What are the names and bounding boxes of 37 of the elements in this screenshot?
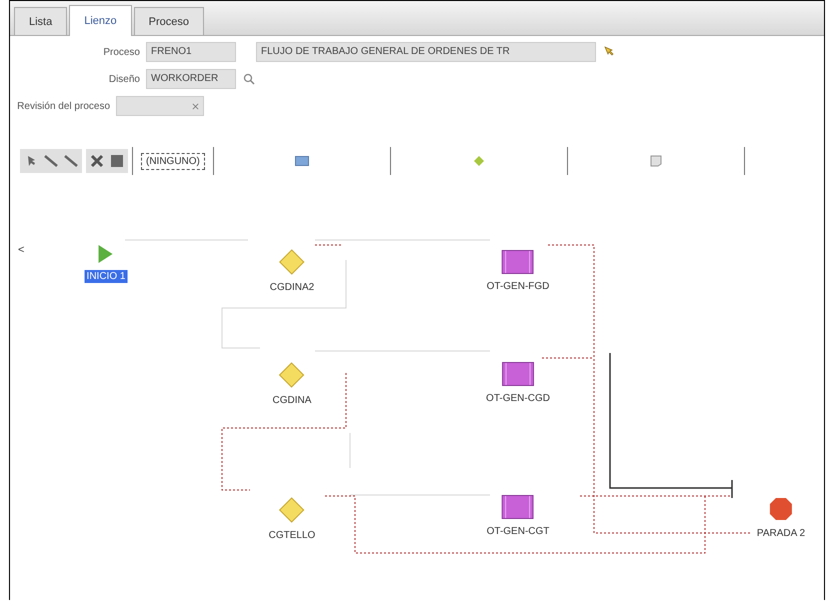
node-label[interactable]: OT-GEN-FGD (484, 280, 552, 293)
diamond-icon[interactable] (472, 155, 485, 167)
diamond-icon[interactable] (279, 362, 305, 388)
task-icon[interactable] (502, 250, 534, 274)
task-icon[interactable] (502, 495, 534, 519)
delete-icon[interactable] (89, 153, 105, 169)
note-icon[interactable] (648, 155, 663, 167)
tab[interactable]: Lienzo (69, 5, 132, 36)
square-icon[interactable] (109, 153, 125, 169)
process-name-field[interactable]: FLUJO DE TRABAJO GENERAL DE ORDENES DE TR (256, 42, 596, 62)
diamond-icon[interactable] (279, 249, 305, 275)
tab[interactable]: Proceso (134, 7, 204, 35)
node-label[interactable]: OT-GEN-CGD (484, 392, 552, 405)
tab[interactable]: Lista (14, 7, 68, 35)
node-label[interactable]: INICIO 1 (84, 270, 128, 283)
process-code-field[interactable]: FRENO1 (146, 42, 236, 62)
line-icon[interactable] (63, 153, 79, 169)
design-field[interactable]: WORKORDER (146, 69, 236, 89)
field-label: Proceso (102, 46, 140, 58)
task-icon[interactable] (294, 156, 309, 166)
field-label: Diseño (108, 74, 140, 84)
search-icon[interactable] (242, 72, 256, 86)
start-icon[interactable] (98, 244, 114, 264)
node-label[interactable]: CGDINA (270, 394, 314, 407)
node-label[interactable]: OT-GEN-CGT (484, 525, 552, 538)
line-icon[interactable] (43, 153, 59, 169)
node-label[interactable]: CGTELLO (266, 529, 318, 542)
revision-field[interactable] (116, 96, 204, 116)
node-label[interactable]: CGDINA2 (268, 281, 316, 294)
field-label: Revisión del proceso (16, 100, 110, 112)
diamond-icon[interactable] (279, 497, 305, 523)
clear-icon[interactable] (192, 102, 199, 110)
node-label[interactable]: PARADA 2 (754, 527, 808, 540)
dropdown[interactable]: (NINGUNO) (141, 152, 205, 170)
stop-icon[interactable] (769, 497, 793, 521)
task-icon[interactable] (502, 362, 534, 386)
scroll-left-arrow[interactable]: < (18, 244, 24, 256)
